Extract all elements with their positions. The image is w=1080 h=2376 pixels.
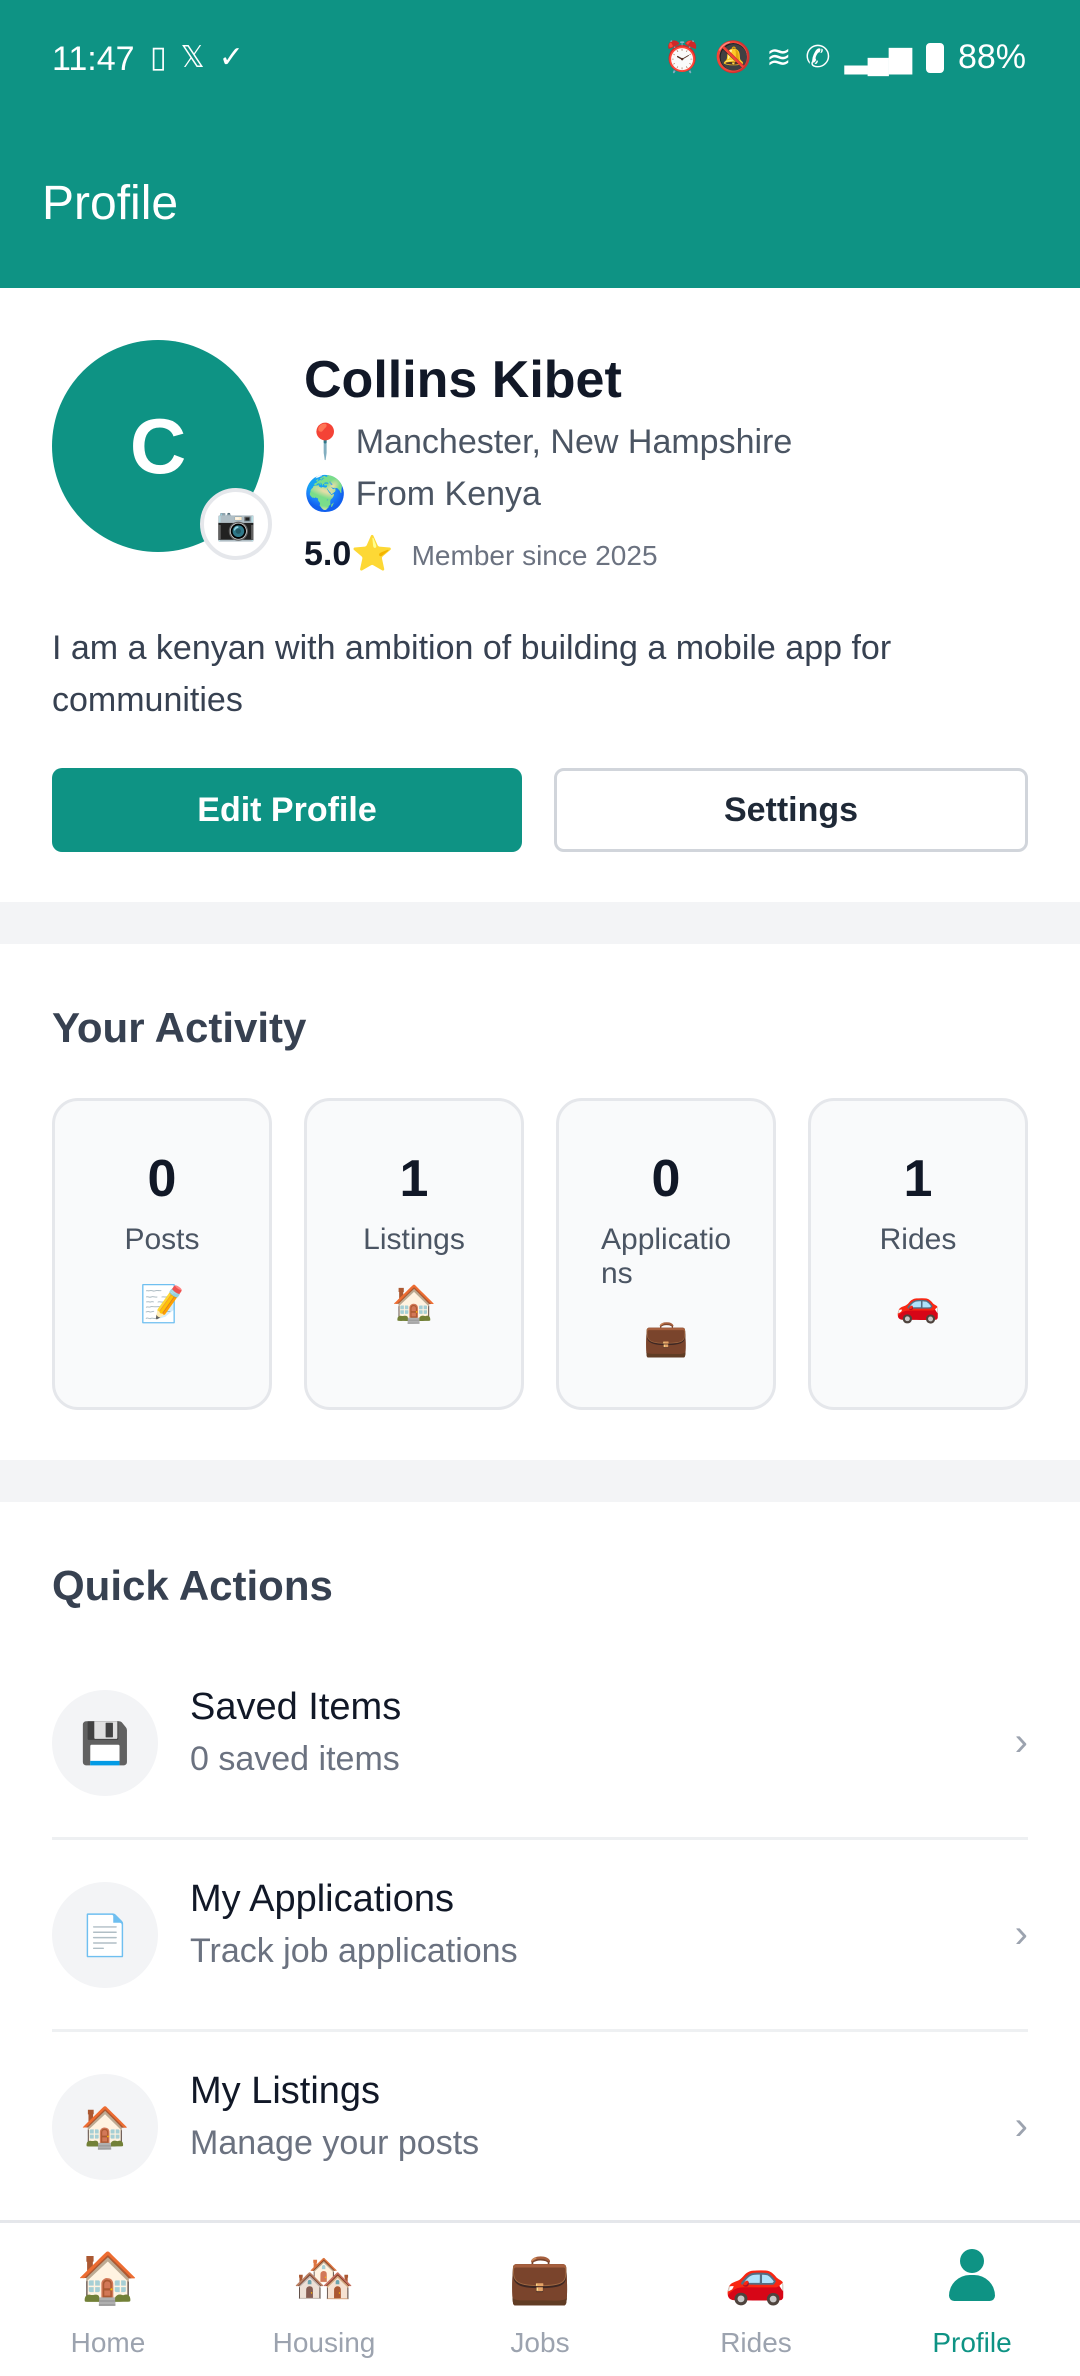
- chevron-right-icon: ›: [1014, 1912, 1028, 1956]
- phone-notification-icon: ▯: [150, 41, 167, 74]
- nav-home[interactable]: 🏠 Home: [0, 2223, 216, 2376]
- quick-action-subtitle: Track job applications: [190, 1932, 518, 1970]
- quick-action-subtitle: Manage your posts: [190, 2124, 480, 2162]
- person-icon: [864, 2249, 1080, 2315]
- status-icons: ⏰ 🔕 ≋ ✆ ▂▄▆ 88%: [664, 38, 1026, 77]
- muted-bell-icon: 🔕: [714, 41, 753, 74]
- notification-icons: ▯ 𝕏 ✓: [150, 40, 244, 75]
- activity-card-listings[interactable]: 1 Listings 🏠: [304, 1098, 524, 1410]
- quick-action-my-applications[interactable]: 📄 My Applications Track job applications…: [52, 1842, 1028, 2032]
- x-app-icon: 𝕏: [180, 41, 205, 74]
- camera-icon[interactable]: 📷: [200, 488, 272, 560]
- profile-location: 📍 Manchester, New Hampshire: [304, 423, 793, 461]
- alarm-icon: ⏰: [663, 41, 701, 74]
- status-time: 11:47: [52, 40, 135, 78]
- activity-card-posts[interactable]: 0 Posts 📝: [52, 1098, 272, 1410]
- quick-action-title: My Listings: [190, 2070, 381, 2112]
- status-bar: 11:47 ▯ 𝕏 ✓ ⏰ 🔕 ≋ ✆ ▂▄▆ 88%: [0, 0, 1080, 120]
- chevron-right-icon: ›: [1014, 1720, 1028, 1764]
- nav-housing[interactable]: 🏘️ Housing: [216, 2223, 432, 2376]
- home-icon: 🏠: [76, 2250, 140, 2306]
- divider: [52, 1837, 1028, 1840]
- edit-profile-button[interactable]: Edit Profile: [52, 768, 522, 852]
- wifi-icon: ≋: [766, 41, 792, 74]
- wifi-call-icon: ✆: [805, 41, 831, 74]
- quick-action-saved-items[interactable]: 💾 Saved Items 0 saved items ›: [52, 1650, 1028, 1840]
- activity-label: Listings: [363, 1223, 465, 1256]
- page-title: Profile: [42, 177, 179, 230]
- car-icon: 🚗: [895, 1283, 941, 1324]
- quick-actions-section: Quick Actions 💾 Saved Items 0 saved item…: [0, 1502, 1080, 2222]
- activity-card-rides[interactable]: 1 Rides 🚗: [808, 1098, 1028, 1410]
- battery-icon: [925, 42, 944, 73]
- check-icon: ✓: [218, 41, 244, 74]
- nav-label: Rides: [720, 2327, 792, 2358]
- activity-label: Rides: [879, 1223, 957, 1256]
- activity-count: 0: [651, 1150, 681, 1208]
- profile-bio: I am a kenyan with ambition of building …: [52, 629, 892, 719]
- quick-actions-title: Quick Actions: [52, 1562, 333, 1609]
- activity-title: Your Activity: [52, 1004, 307, 1051]
- nav-profile[interactable]: Profile: [864, 2223, 1080, 2376]
- activity-card-applications[interactable]: 0 Applications 💼: [556, 1098, 776, 1410]
- section-divider: [0, 902, 1080, 944]
- nav-jobs[interactable]: 💼 Jobs: [432, 2223, 648, 2376]
- quick-action-title: Saved Items: [190, 1686, 402, 1728]
- profile-section: C 📷 Collins Kibet 📍 Manchester, New Hamp…: [0, 288, 1080, 902]
- profile-rating: 5.0⭐: [304, 535, 394, 573]
- memo-icon: 📝: [139, 1283, 185, 1324]
- nav-label: Housing: [272, 2327, 376, 2358]
- quick-action-subtitle: 0 saved items: [190, 1740, 400, 1778]
- signal-icon: ▂▄▆: [844, 41, 912, 74]
- app-bar: 11:47 ▯ 𝕏 ✓ ⏰ 🔕 ≋ ✆ ▂▄▆ 88% Profile: [0, 0, 1080, 288]
- bottom-navigation: 🏠 Home 🏘️ Housing 💼 Jobs 🚗 Rides Profile: [0, 2220, 1080, 2376]
- profile-name: Collins Kibet: [304, 351, 622, 409]
- car-icon: 🚗: [724, 2250, 788, 2306]
- document-icon: 📄: [52, 1882, 158, 1988]
- activity-section: Your Activity 0 Posts 📝 1 Listings 🏠 0 A…: [0, 944, 1080, 1460]
- nav-rides[interactable]: 🚗 Rides: [648, 2223, 864, 2376]
- activity-label: Applications: [601, 1223, 732, 1290]
- avatar-initial: C: [129, 401, 187, 490]
- quick-action-title: My Applications: [190, 1878, 455, 1920]
- nav-label: Profile: [932, 2327, 1012, 2358]
- activity-count: 1: [399, 1150, 429, 1208]
- nav-label: Jobs: [510, 2327, 570, 2358]
- activity-label: Posts: [124, 1223, 200, 1256]
- chevron-right-icon: ›: [1014, 2104, 1028, 2148]
- house-icon: 🏠: [52, 2074, 158, 2180]
- profile-origin: 🌍 From Kenya: [304, 475, 541, 513]
- house-icon: 🏠: [391, 1283, 437, 1324]
- nav-label: Home: [70, 2327, 146, 2358]
- member-since: Member since 2025: [411, 540, 658, 571]
- briefcase-icon: 💼: [643, 1317, 689, 1358]
- section-divider: [0, 1460, 1080, 1502]
- briefcase-icon: 💼: [508, 2250, 572, 2306]
- rating-line: 5.0⭐ Member since 2025: [304, 534, 658, 574]
- battery-percent: 88%: [957, 38, 1026, 76]
- activity-count: 1: [903, 1150, 933, 1208]
- floppy-disk-icon: 💾: [52, 1690, 158, 1796]
- divider: [52, 2029, 1028, 2032]
- activity-cards: 0 Posts 📝 1 Listings 🏠 0 Applications 💼 …: [52, 1098, 1028, 1410]
- houses-icon: 🏘️: [292, 2250, 356, 2306]
- settings-button[interactable]: Settings: [554, 768, 1028, 852]
- quick-action-my-listings[interactable]: 🏠 My Listings Manage your posts ›: [52, 2034, 1028, 2224]
- activity-count: 0: [147, 1150, 177, 1208]
